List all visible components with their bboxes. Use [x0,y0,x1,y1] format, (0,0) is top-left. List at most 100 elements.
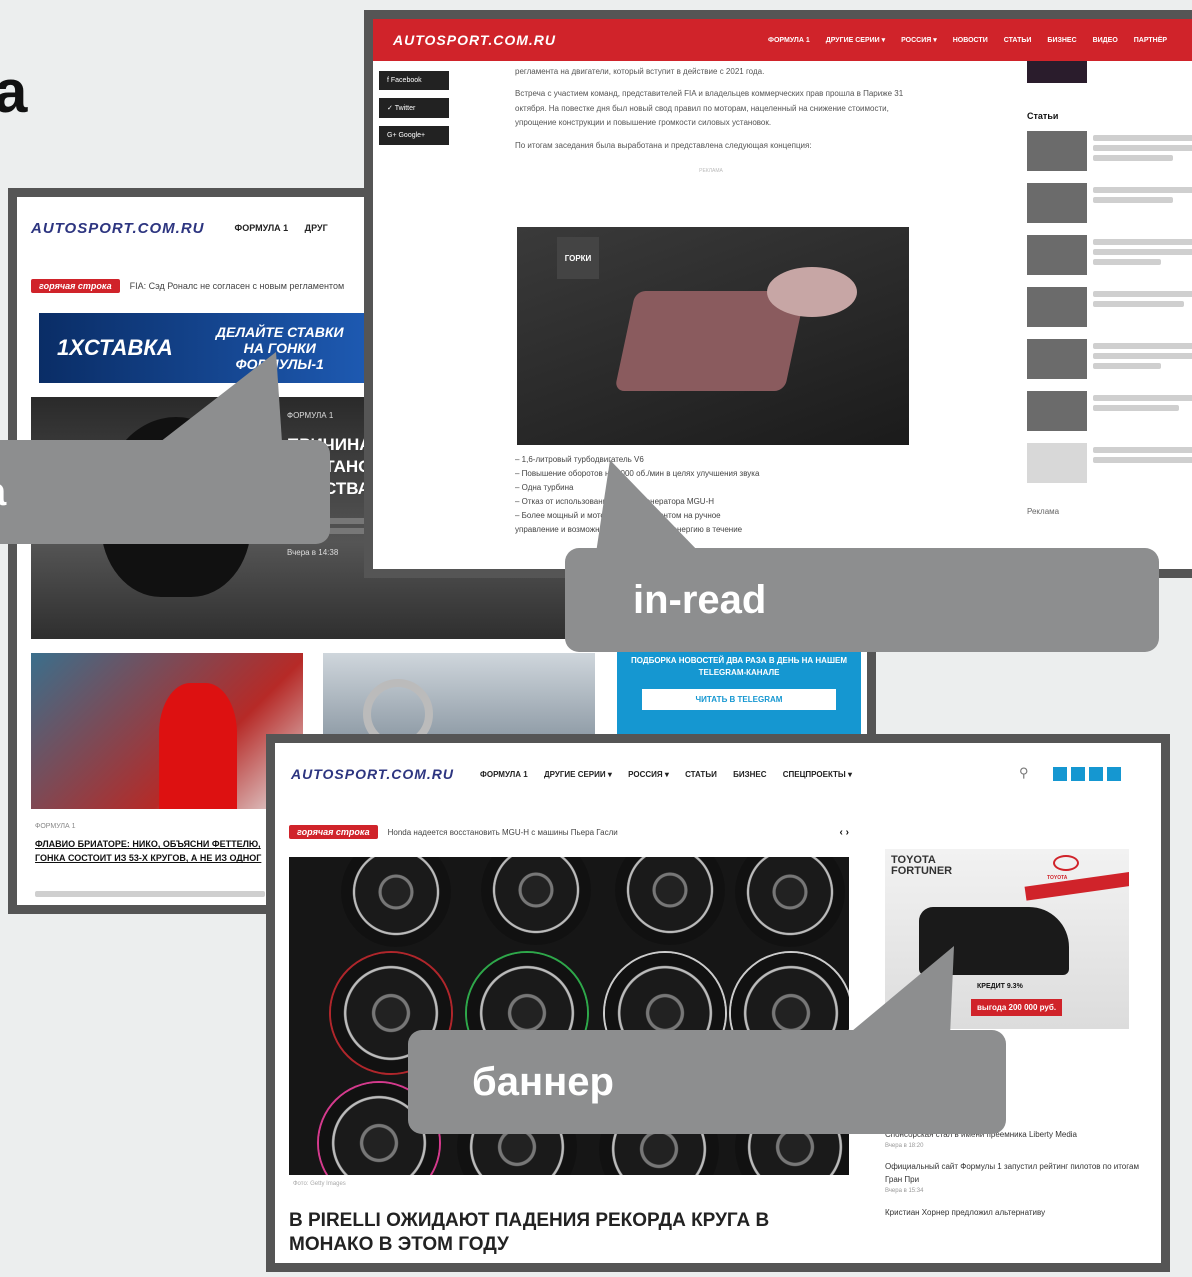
sidebar-top-thumb [1027,61,1087,83]
nav-formula1[interactable]: ФОРМУЛА 1 [235,223,289,233]
nav-russia[interactable]: РОССИЯ ▾ [628,770,669,779]
nav-articles[interactable]: СТАТЬИ [1004,37,1032,44]
sidebar-heading: Статьи [1027,111,1059,121]
site-logo[interactable]: AUTOSPORT.COM.RU [393,32,556,48]
bullet-6: управление и возможностью накапливать эн… [515,525,743,534]
article-item[interactable] [1027,183,1192,223]
screenshot-top-right: AUTOSPORT.COM.RU ФОРМУЛА 1 ДРУГИЕ СЕРИИ … [364,10,1192,578]
share-facebook[interactable]: f Facebook [379,71,449,90]
article-item[interactable] [1027,443,1192,483]
article-body: регламента на двигатели, который вступит… [515,65,907,176]
news-list: Спонсорская стал в имени преемника Liber… [885,1129,1155,1219]
photo-credit: Фото: Getty Images [293,1181,346,1187]
nav-articles[interactable]: СТАТЬИ [685,770,717,779]
screenshot-bottom: AUTOSPORT.COM.RU ФОРМУЛА 1 ДРУГИЕ СЕРИИ … [266,734,1170,1272]
header: AUTOSPORT.COM.RU ФОРМУЛА 1 ДРУГИЕ СЕРИИ … [275,743,1161,805]
car-image [919,907,1069,975]
ad-logo-block: ГОРКИ [557,237,599,279]
card-image-1[interactable] [31,653,303,809]
article-item[interactable] [1027,287,1192,327]
callout-left: а [0,440,330,544]
paragraph-2: Встреча с участием команд, представителе… [515,89,904,128]
composite-slide: а AUTOSPORT.COM.RU ФОРМУЛА 1 ДРУГ горяча… [0,0,1192,1277]
bullet-3: – Одна турбина [515,483,574,492]
ad-label: ГОРКИ [564,253,592,263]
card-category: ФОРМУЛА 1 [35,823,76,830]
nav-other-series[interactable]: ДРУГИЕ СЕРИИ ▾ [826,36,885,44]
article-item[interactable] [1027,339,1192,379]
facebook-icon[interactable] [1071,767,1085,781]
ad-text: ДЕЛАЙТЕ СТАВКИ НА ГОНКИ ФОРМУЛЫ-1 [215,323,344,373]
nav-news[interactable]: НОВОСТИ [953,37,988,44]
nav-business[interactable]: БИЗНЕС [1047,37,1076,44]
nav-other[interactable]: ДРУГ [305,223,328,233]
banner-price: выгода 200 000 руб. [971,999,1063,1016]
banner-credit: КРЕДИТ 9.3% [977,983,1023,990]
tire [341,857,451,947]
news-title: Официальный сайт Формулы 1 запустил рейт… [885,1162,1139,1185]
social-icons [1053,767,1121,781]
card-title[interactable]: ФЛАВИО БРИАТОРЕ: НИКО, ОБЪЯСНИ ФЕТТЕЛЮ, … [35,837,285,866]
news-time: Вчера в 15:34 [885,1187,924,1194]
vk-icon[interactable] [1053,767,1067,781]
breaking-text[interactable]: FIA: Сэд Роналс не согласен с новым регл… [130,281,345,291]
twitter-icon[interactable] [1089,767,1103,781]
site-logo[interactable]: AUTOSPORT.COM.RU [31,220,205,237]
breaking-bar: горячая строка FIA: Сэд Роналс не соглас… [31,279,344,293]
callout-inread: in-read [565,548,1159,652]
callout-banner-label: баннер [472,1059,614,1104]
bullet-list: – 1,6-литровый турбодвигатель V6 – Повыш… [515,453,907,537]
tire [735,857,845,947]
news-title: Кристиан Хорнер предложил альтернативу [885,1207,1046,1217]
telegram-icon[interactable] [1107,767,1121,781]
site-logo[interactable]: AUTOSPORT.COM.RU [291,766,454,782]
nav-video[interactable]: ВИДЕО [1093,37,1118,44]
twitter-icon: ✓ [387,105,395,112]
nav-partner[interactable]: ПАРТНЁР [1134,37,1167,44]
nav-other-series[interactable]: ДРУГИЕ СЕРИИ ▾ [544,770,612,779]
tire [615,857,725,945]
sidebar-footer: Реклама [1027,507,1060,516]
banner-title: TOYOTA FORTUNER [891,854,953,877]
nav-business[interactable]: БИЗНЕС [733,770,766,779]
ad-brand: 1XСТАВКА [57,335,173,360]
callout-banner: баннер [408,1030,1006,1134]
article-item[interactable] [1027,391,1192,431]
breaking-label: горячая строка [289,825,378,839]
bullet-2: – Повышение оборотов на 3000 об./мин в ц… [515,469,760,478]
news-item[interactable]: Официальный сайт Формулы 1 запустил рейт… [885,1161,1155,1196]
nav-special[interactable]: СПЕЦПРОЕКТЫ ▾ [783,770,852,779]
paragraph-1: регламента на двигатели, который вступит… [515,67,765,76]
paragraph-3: По итогам заседания была выработана и пр… [515,140,812,150]
nav-russia[interactable]: РОССИЯ ▾ [901,36,937,44]
article-title[interactable]: В PIRELLI ОЖИДАЮТ ПАДЕНИЯ РЕКОРДА КРУГА … [289,1209,849,1257]
search-icon[interactable]: ⚲ [1019,765,1029,781]
telegram-text: ПОДБОРКА НОВОСТЕЙ ДВА РАЗА В ДЕНЬ НА НАШ… [631,656,847,677]
tire [481,857,591,945]
breaking-text[interactable]: Honda надеется восстановить MGU-H с маши… [388,828,830,837]
top-nav: AUTOSPORT.COM.RU ФОРМУЛА 1 ДРУГИЕ СЕРИИ … [373,19,1192,61]
sidebar: Статьи Реклама [1027,61,1192,516]
google-icon: G+ [387,132,399,139]
betting-ad[interactable]: 1XСТАВКА ДЕЛАЙТЕ СТАВКИ НА ГОНКИ ФОРМУЛЫ… [39,313,377,383]
news-item[interactable]: Кристиан Хорнер предложил альтернативу [885,1207,1155,1220]
toyota-logo [1053,855,1079,871]
bullet-5: – Более мощный и мотор MGU-K с акцентом … [515,511,721,520]
share-google[interactable]: G+ Google+ [379,126,449,145]
nav-formula1[interactable]: ФОРМУЛА 1 [480,770,528,779]
banner-stripe [1024,871,1129,901]
inread-ad[interactable]: ГОРКИ [517,227,909,445]
nav-formula1[interactable]: ФОРМУЛА 1 [768,37,810,44]
share-buttons: f Facebook ✓ Twitter G+ Google+ [379,71,449,145]
corner-text: а [0,58,28,125]
toyota-banner[interactable]: TOYOTA FORTUNER TOYOTA КРЕДИТ 9.3% выгод… [885,849,1129,1029]
share-twitter[interactable]: ✓ Twitter [379,98,449,118]
ad-marker: РЕКЛАМА [699,167,723,174]
food-slice [767,267,857,317]
breaking-arrows[interactable]: ‹ › [840,827,849,838]
article-item[interactable] [1027,131,1192,171]
callout-inread-label: in-read [633,577,767,622]
telegram-button[interactable]: ЧИТАТЬ В TELEGRAM [642,689,836,710]
breaking-bar: горячая строка Honda надеется восстанови… [289,825,849,839]
article-item[interactable] [1027,235,1192,275]
